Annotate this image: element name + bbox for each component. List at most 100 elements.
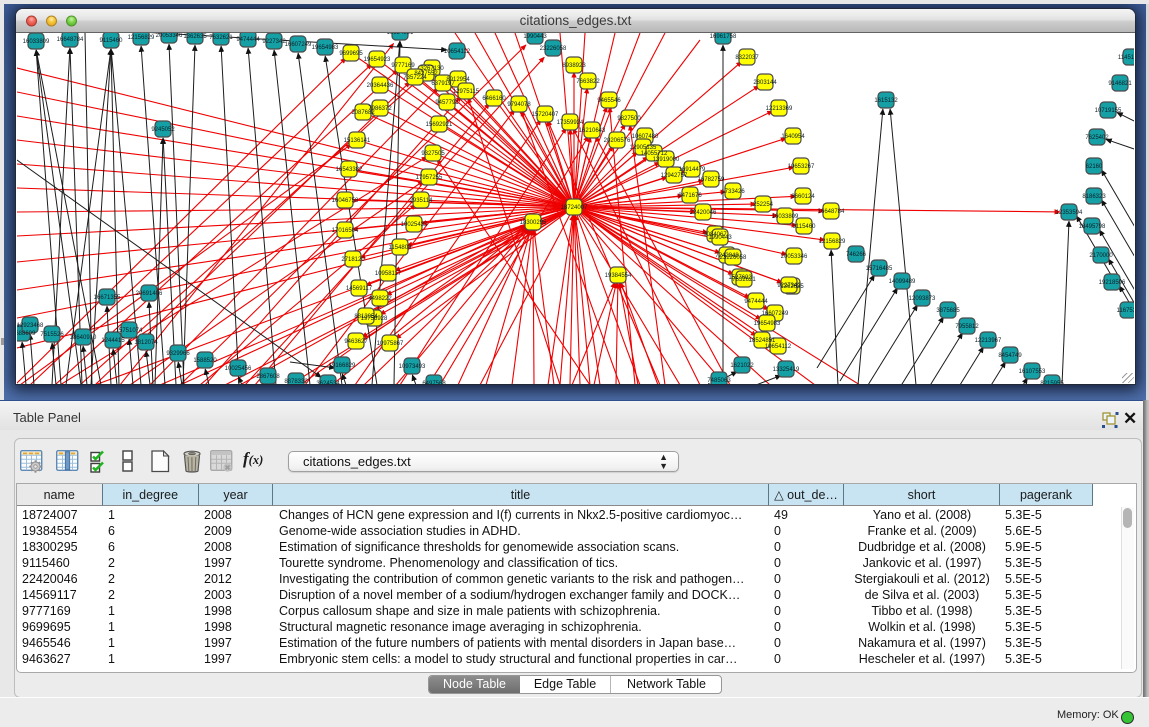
- svg-text:19654923: 19654923: [364, 57, 391, 63]
- svg-text:10958117: 10958117: [375, 271, 402, 277]
- svg-text:17016504: 17016504: [332, 228, 359, 234]
- svg-text:18495798: 18495798: [1079, 224, 1106, 230]
- svg-text:1640954: 1640954: [781, 134, 805, 140]
- svg-text:8813054: 8813054: [354, 314, 378, 320]
- svg-text:12156829: 12156829: [819, 239, 846, 245]
- svg-text:7632621: 7632621: [209, 35, 233, 41]
- svg-text:8938923: 8938923: [562, 63, 586, 69]
- svg-text:15716485: 15716485: [866, 266, 893, 272]
- svg-text:10975867: 10975867: [377, 341, 404, 347]
- svg-text:7632621: 7632621: [732, 277, 756, 283]
- svg-text:7955812: 7955812: [955, 324, 979, 330]
- svg-text:9146821: 9146821: [1108, 81, 1132, 87]
- svg-text:1154808: 1154808: [389, 245, 413, 251]
- svg-text:9794078: 9794078: [507, 102, 531, 108]
- svg-text:8471676: 8471676: [678, 193, 702, 199]
- svg-text:8322037: 8322037: [735, 55, 759, 61]
- svg-text:19654983: 19654983: [312, 45, 339, 51]
- svg-text:16543382: 16543382: [336, 167, 363, 173]
- svg-text:1990443: 1990443: [708, 235, 732, 241]
- svg-text:1990443: 1990443: [523, 34, 547, 40]
- svg-text:10654112: 10654112: [765, 344, 792, 350]
- svg-text:12975115: 12975115: [453, 89, 480, 95]
- svg-text:12156829: 12156829: [128, 35, 155, 41]
- svg-text:9329966: 9329966: [166, 351, 190, 357]
- svg-text:10688609: 10688609: [17, 331, 36, 337]
- svg-text:9465546: 9465546: [597, 98, 621, 104]
- svg-text:1588520: 1588520: [193, 358, 217, 364]
- svg-text:20364436: 20364436: [367, 83, 394, 89]
- svg-text:4498222: 4498222: [368, 296, 392, 302]
- svg-text:9457791: 9457791: [435, 100, 459, 106]
- svg-text:6497568: 6497568: [422, 381, 446, 384]
- svg-text:15136141: 15136141: [344, 138, 371, 144]
- svg-text:9777169: 9777169: [391, 63, 415, 69]
- svg-text:2087682: 2087682: [351, 110, 375, 116]
- svg-text:9463627: 9463627: [344, 339, 368, 345]
- svg-text:16033809: 16033809: [23, 39, 50, 45]
- svg-text:8660124: 8660124: [791, 194, 815, 200]
- svg-text:20206576: 20206576: [604, 138, 631, 144]
- svg-text:17359924: 17359924: [557, 120, 584, 126]
- svg-text:10653267: 10653267: [788, 164, 815, 170]
- svg-text:13325419: 13325419: [773, 367, 800, 373]
- svg-text:19166829: 19166829: [329, 363, 356, 369]
- svg-text:16648784: 16648784: [57, 37, 84, 43]
- svg-text:7625402: 7625402: [1085, 135, 1109, 141]
- svg-text:19654983: 19654983: [754, 321, 781, 327]
- svg-text:13919000: 13919000: [653, 157, 680, 163]
- svg-text:9227342: 9227342: [262, 39, 286, 45]
- svg-text:1733426: 1733426: [721, 189, 745, 195]
- svg-text:12353594: 12353594: [1056, 210, 1083, 216]
- svg-text:10973493: 10973493: [399, 364, 426, 370]
- svg-text:9474444: 9474444: [236, 37, 260, 43]
- svg-text:9227342: 9227342: [777, 283, 801, 289]
- svg-text:14099489: 14099489: [889, 279, 916, 285]
- svg-text:16607249: 16607249: [285, 42, 312, 48]
- svg-text:16782759: 16782759: [698, 177, 725, 183]
- svg-text:8912954: 8912954: [446, 77, 470, 83]
- svg-text:3875685: 3875685: [936, 308, 960, 314]
- svg-text:8878332: 8878332: [284, 379, 308, 384]
- svg-text:1615132: 1615132: [874, 98, 898, 104]
- svg-text:19218506: 19218506: [1099, 280, 1126, 286]
- svg-text:12213369: 12213369: [766, 106, 793, 112]
- svg-text:9699695: 9699695: [339, 51, 363, 57]
- svg-text:2170000: 2170000: [1089, 253, 1113, 259]
- svg-text:18300295: 18300295: [520, 220, 547, 226]
- svg-text:8215955: 8215955: [1040, 381, 1064, 384]
- svg-text:20691406: 20691406: [136, 291, 163, 297]
- svg-text:10654112: 10654112: [444, 49, 471, 55]
- svg-text:9115460: 9115460: [100, 38, 124, 44]
- svg-text:16961758: 16961758: [710, 34, 737, 40]
- svg-text:1167534: 1167534: [1117, 308, 1134, 314]
- svg-text:9474444: 9474444: [744, 299, 768, 305]
- svg-text:10719155: 10719155: [1095, 108, 1122, 114]
- svg-text:18724007: 18724007: [561, 205, 588, 211]
- svg-text:16107553: 16107553: [1019, 369, 1046, 375]
- svg-text:8186323: 8186323: [1082, 194, 1106, 200]
- svg-text:1621022: 1621022: [730, 363, 754, 369]
- svg-text:20053346: 20053346: [156, 33, 183, 39]
- svg-text:1244415: 1244415: [101, 338, 125, 344]
- svg-text:15692921: 15692921: [426, 122, 453, 128]
- svg-text:16671355: 16671355: [94, 295, 121, 301]
- svg-text:20053346: 20053346: [781, 254, 808, 260]
- svg-text:12093873: 12093873: [909, 296, 936, 302]
- svg-text:62160: 62160: [1086, 164, 1103, 170]
- svg-text:1812074: 1812074: [134, 340, 158, 346]
- svg-text:2867608: 2867608: [256, 374, 280, 380]
- svg-text:18524851: 18524851: [387, 33, 414, 36]
- svg-text:9245052: 9245052: [151, 127, 175, 133]
- svg-text:15751074: 15751074: [116, 328, 143, 334]
- svg-text:14569117: 14569117: [346, 286, 373, 292]
- svg-text:17957255: 17957255: [416, 175, 443, 181]
- svg-text:16210643: 16210643: [579, 128, 606, 134]
- svg-text:2935114: 2935114: [410, 198, 434, 204]
- svg-text:7485063: 7485063: [707, 378, 731, 384]
- svg-text:12213967: 12213967: [975, 338, 1002, 344]
- svg-text:12923468: 12923468: [17, 323, 44, 329]
- svg-text:10607480: 10607480: [632, 134, 659, 140]
- svg-text:7357224: 7357224: [403, 75, 427, 81]
- svg-text:12942757: 12942757: [661, 173, 688, 179]
